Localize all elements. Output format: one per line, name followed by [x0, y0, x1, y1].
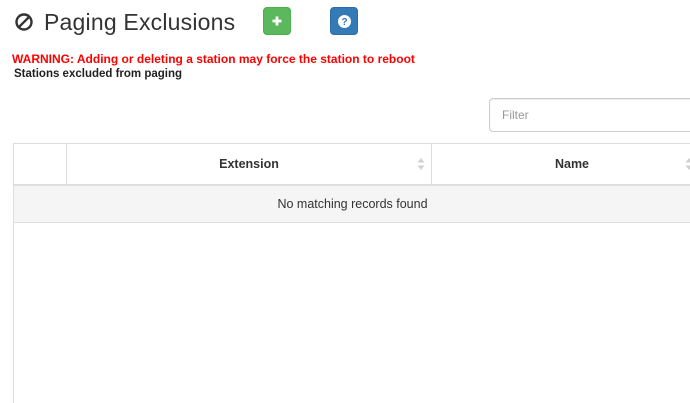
exclusions-table: Extension Name No matching records found: [13, 143, 690, 403]
table-empty-row: No matching records found: [14, 186, 690, 223]
empty-message: No matching records found: [14, 186, 690, 222]
svg-text:?: ?: [341, 17, 347, 28]
sort-icon: [417, 157, 425, 171]
select-column-header[interactable]: [14, 144, 67, 184]
question-icon: ?: [338, 15, 351, 28]
plus-icon: [272, 16, 282, 26]
table-header: Extension Name: [14, 144, 690, 186]
column-header-name[interactable]: Name: [432, 144, 690, 184]
sort-icon: [685, 157, 690, 171]
page-header: Paging Exclusions: [14, 6, 235, 38]
section-subtitle: Stations excluded from paging: [14, 68, 182, 80]
name-column-label: Name: [555, 157, 589, 171]
reboot-warning: WARNING: Adding or deleting a station ma…: [12, 52, 415, 66]
ban-icon: [14, 12, 34, 32]
add-station-button[interactable]: [263, 7, 291, 35]
page-title: Paging Exclusions: [44, 9, 235, 36]
help-button[interactable]: ?: [330, 7, 358, 35]
extension-column-label: Extension: [219, 157, 279, 171]
column-header-extension[interactable]: Extension: [67, 144, 432, 184]
filter-input[interactable]: [489, 98, 690, 132]
